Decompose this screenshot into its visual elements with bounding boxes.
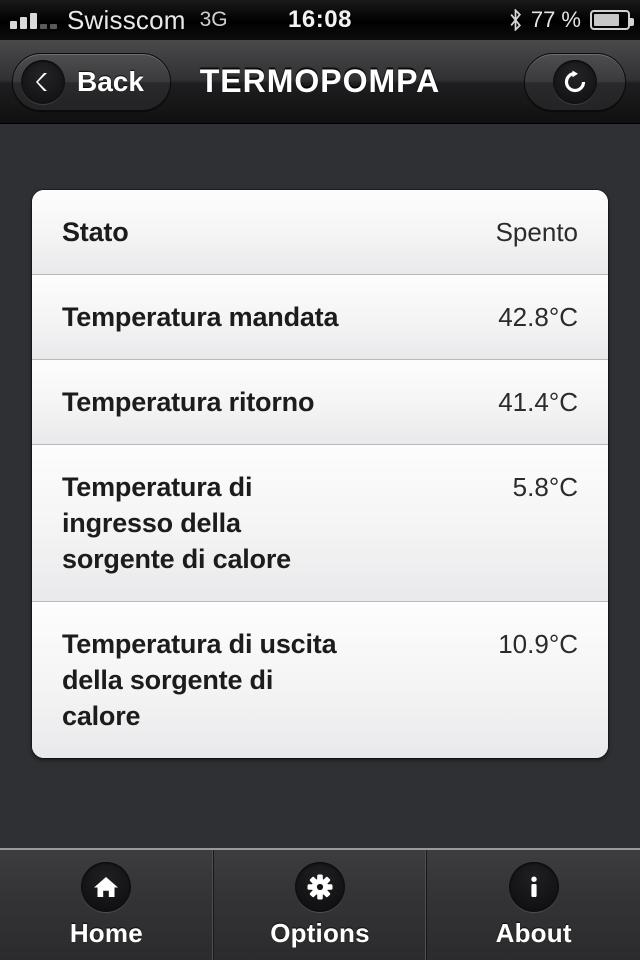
row-label: Temperatura mandata (62, 302, 339, 332)
status-list-card: Stato Spento Temperatura mandata 42.8°C … (32, 190, 608, 758)
content-area: Stato Spento Temperatura mandata 42.8°C … (0, 124, 640, 848)
table-row[interactable]: Temperatura di ingresso della sorgente d… (32, 445, 608, 602)
table-row[interactable]: Temperatura mandata 42.8°C (32, 275, 608, 360)
back-button[interactable]: Back (12, 52, 171, 111)
info-icon (508, 861, 559, 912)
tab-options-label: Options (270, 917, 370, 948)
clock-label: 16:08 (288, 6, 352, 33)
chevron-left-icon (21, 59, 65, 104)
tab-about[interactable]: About (427, 850, 640, 960)
tab-home-label: Home (69, 917, 143, 948)
table-row[interactable]: Stato Spento (32, 190, 608, 275)
gear-icon (295, 861, 345, 912)
row-value: 42.8°C (498, 302, 578, 332)
row-value: 41.4°C (498, 387, 578, 417)
row-label: Temperatura di uscita della sorgente di … (62, 629, 337, 731)
row-label: Stato (62, 217, 129, 247)
home-icon (81, 861, 132, 912)
refresh-icon (553, 59, 597, 104)
tab-bar: Home Options About (0, 848, 640, 960)
tab-options[interactable]: Options (214, 850, 428, 960)
table-row[interactable]: Temperatura ritorno 41.4°C (32, 360, 608, 445)
row-value: Spento (495, 217, 578, 247)
tab-home[interactable]: Home (0, 850, 214, 960)
table-row[interactable]: Temperatura di uscita della sorgente di … (32, 602, 608, 758)
battery-icon (590, 10, 634, 30)
back-button-label: Back (77, 65, 144, 97)
row-label: Temperatura ritorno (62, 387, 315, 417)
app-screen: Swisscom 3G 16:08 77 % Back TERMOPOMPA S… (0, 0, 640, 960)
row-value: 5.8°C (512, 472, 578, 502)
row-value: 10.9°C (498, 629, 578, 659)
row-label: Temperatura di ingresso della sorgente d… (62, 472, 291, 574)
status-bar: Swisscom 3G 16:08 77 % (0, 0, 640, 40)
tab-about-label: About (495, 917, 572, 948)
refresh-button[interactable] (524, 52, 626, 111)
navigation-bar: Back TERMOPOMPA (0, 40, 640, 124)
